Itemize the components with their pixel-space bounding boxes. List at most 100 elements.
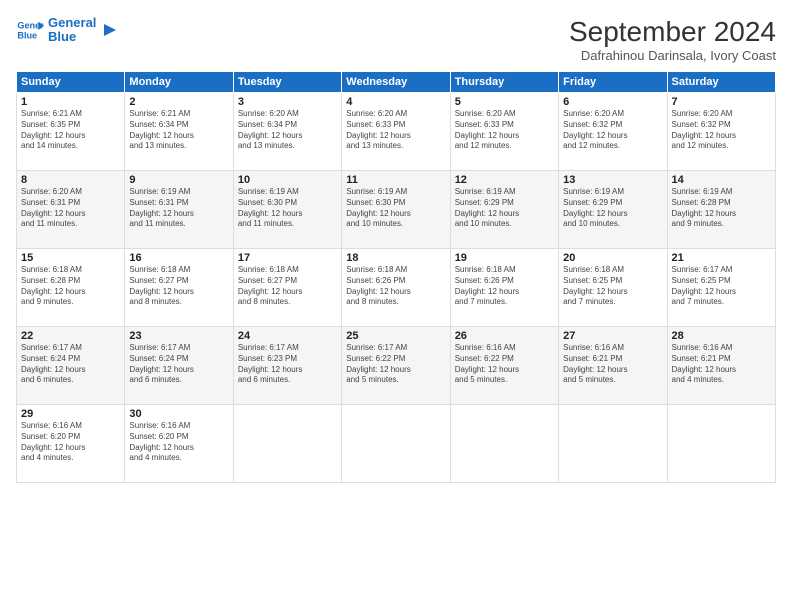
calendar-cell: 19 Sunrise: 6:18 AMSunset: 6:26 PMDaylig… [450, 249, 558, 327]
calendar-cell: 18 Sunrise: 6:18 AMSunset: 6:26 PMDaylig… [342, 249, 450, 327]
header-thursday: Thursday [450, 72, 558, 93]
calendar-cell: 25 Sunrise: 6:17 AMSunset: 6:22 PMDaylig… [342, 327, 450, 405]
day-number: 21 [672, 252, 771, 264]
calendar-cell: 4 Sunrise: 6:20 AMSunset: 6:33 PMDayligh… [342, 93, 450, 171]
calendar-cell: 1 Sunrise: 6:21 AMSunset: 6:35 PMDayligh… [17, 93, 125, 171]
day-info: Sunrise: 6:18 AMSunset: 6:27 PMDaylight:… [238, 265, 337, 308]
calendar-cell [233, 405, 341, 483]
day-info: Sunrise: 6:18 AMSunset: 6:25 PMDaylight:… [563, 265, 662, 308]
calendar-cell [342, 405, 450, 483]
calendar-cell: 15 Sunrise: 6:18 AMSunset: 6:28 PMDaylig… [17, 249, 125, 327]
day-info: Sunrise: 6:19 AMSunset: 6:31 PMDaylight:… [129, 187, 228, 230]
day-number: 18 [346, 252, 445, 264]
calendar-cell: 20 Sunrise: 6:18 AMSunset: 6:25 PMDaylig… [559, 249, 667, 327]
day-number: 27 [563, 330, 662, 342]
day-number: 16 [129, 252, 228, 264]
logo-text-general: General [48, 16, 96, 30]
day-number: 17 [238, 252, 337, 264]
day-info: Sunrise: 6:20 AMSunset: 6:32 PMDaylight:… [672, 109, 771, 152]
day-info: Sunrise: 6:16 AMSunset: 6:20 PMDaylight:… [129, 421, 228, 464]
logo: General Blue General Blue [16, 16, 120, 45]
calendar-cell: 21 Sunrise: 6:17 AMSunset: 6:25 PMDaylig… [667, 249, 775, 327]
day-info: Sunrise: 6:20 AMSunset: 6:31 PMDaylight:… [21, 187, 120, 230]
day-info: Sunrise: 6:17 AMSunset: 6:24 PMDaylight:… [129, 343, 228, 386]
day-number: 24 [238, 330, 337, 342]
calendar-cell: 7 Sunrise: 6:20 AMSunset: 6:32 PMDayligh… [667, 93, 775, 171]
day-info: Sunrise: 6:18 AMSunset: 6:27 PMDaylight:… [129, 265, 228, 308]
calendar-cell: 8 Sunrise: 6:20 AMSunset: 6:31 PMDayligh… [17, 171, 125, 249]
calendar-cell: 24 Sunrise: 6:17 AMSunset: 6:23 PMDaylig… [233, 327, 341, 405]
day-number: 26 [455, 330, 554, 342]
calendar-cell: 27 Sunrise: 6:16 AMSunset: 6:21 PMDaylig… [559, 327, 667, 405]
day-number: 2 [129, 96, 228, 108]
location-subtitle: Dafrahinou Darinsala, Ivory Coast [569, 48, 776, 63]
calendar-cell: 30 Sunrise: 6:16 AMSunset: 6:20 PMDaylig… [125, 405, 233, 483]
day-info: Sunrise: 6:21 AMSunset: 6:34 PMDaylight:… [129, 109, 228, 152]
calendar-cell: 22 Sunrise: 6:17 AMSunset: 6:24 PMDaylig… [17, 327, 125, 405]
day-info: Sunrise: 6:20 AMSunset: 6:34 PMDaylight:… [238, 109, 337, 152]
calendar-cell: 28 Sunrise: 6:16 AMSunset: 6:21 PMDaylig… [667, 327, 775, 405]
calendar-cell: 11 Sunrise: 6:19 AMSunset: 6:30 PMDaylig… [342, 171, 450, 249]
logo-icon: General Blue [16, 16, 44, 44]
day-number: 30 [129, 408, 228, 420]
calendar-week-row: 29 Sunrise: 6:16 AMSunset: 6:20 PMDaylig… [17, 405, 776, 483]
day-number: 20 [563, 252, 662, 264]
calendar-week-row: 15 Sunrise: 6:18 AMSunset: 6:28 PMDaylig… [17, 249, 776, 327]
calendar-cell: 10 Sunrise: 6:19 AMSunset: 6:30 PMDaylig… [233, 171, 341, 249]
svg-text:Blue: Blue [17, 31, 37, 41]
calendar-cell [450, 405, 558, 483]
day-info: Sunrise: 6:20 AMSunset: 6:33 PMDaylight:… [346, 109, 445, 152]
day-info: Sunrise: 6:20 AMSunset: 6:33 PMDaylight:… [455, 109, 554, 152]
header-tuesday: Tuesday [233, 72, 341, 93]
calendar-cell [559, 405, 667, 483]
title-section: September 2024 Dafrahinou Darinsala, Ivo… [569, 16, 776, 63]
day-info: Sunrise: 6:20 AMSunset: 6:32 PMDaylight:… [563, 109, 662, 152]
calendar-week-row: 22 Sunrise: 6:17 AMSunset: 6:24 PMDaylig… [17, 327, 776, 405]
calendar-week-row: 1 Sunrise: 6:21 AMSunset: 6:35 PMDayligh… [17, 93, 776, 171]
calendar-cell: 9 Sunrise: 6:19 AMSunset: 6:31 PMDayligh… [125, 171, 233, 249]
header-friday: Friday [559, 72, 667, 93]
header-monday: Monday [125, 72, 233, 93]
day-info: Sunrise: 6:19 AMSunset: 6:30 PMDaylight:… [346, 187, 445, 230]
calendar-cell: 12 Sunrise: 6:19 AMSunset: 6:29 PMDaylig… [450, 171, 558, 249]
day-number: 10 [238, 174, 337, 186]
calendar-cell: 13 Sunrise: 6:19 AMSunset: 6:29 PMDaylig… [559, 171, 667, 249]
calendar-table: Sunday Monday Tuesday Wednesday Thursday… [16, 71, 776, 483]
day-info: Sunrise: 6:21 AMSunset: 6:35 PMDaylight:… [21, 109, 120, 152]
day-info: Sunrise: 6:18 AMSunset: 6:28 PMDaylight:… [21, 265, 120, 308]
day-info: Sunrise: 6:19 AMSunset: 6:30 PMDaylight:… [238, 187, 337, 230]
day-number: 5 [455, 96, 554, 108]
calendar-cell: 6 Sunrise: 6:20 AMSunset: 6:32 PMDayligh… [559, 93, 667, 171]
day-number: 29 [21, 408, 120, 420]
logo-arrow-icon [100, 20, 120, 40]
day-info: Sunrise: 6:18 AMSunset: 6:26 PMDaylight:… [455, 265, 554, 308]
header-sunday: Sunday [17, 72, 125, 93]
day-info: Sunrise: 6:19 AMSunset: 6:28 PMDaylight:… [672, 187, 771, 230]
calendar-cell: 26 Sunrise: 6:16 AMSunset: 6:22 PMDaylig… [450, 327, 558, 405]
month-title: September 2024 [569, 16, 776, 48]
day-info: Sunrise: 6:19 AMSunset: 6:29 PMDaylight:… [455, 187, 554, 230]
day-number: 11 [346, 174, 445, 186]
page-container: General Blue General Blue September 2024… [0, 0, 792, 612]
day-number: 6 [563, 96, 662, 108]
day-number: 3 [238, 96, 337, 108]
day-number: 28 [672, 330, 771, 342]
day-info: Sunrise: 6:16 AMSunset: 6:21 PMDaylight:… [672, 343, 771, 386]
day-number: 9 [129, 174, 228, 186]
day-number: 8 [21, 174, 120, 186]
day-info: Sunrise: 6:17 AMSunset: 6:22 PMDaylight:… [346, 343, 445, 386]
calendar-header-row: Sunday Monday Tuesday Wednesday Thursday… [17, 72, 776, 93]
day-number: 15 [21, 252, 120, 264]
day-info: Sunrise: 6:17 AMSunset: 6:24 PMDaylight:… [21, 343, 120, 386]
day-number: 14 [672, 174, 771, 186]
day-number: 7 [672, 96, 771, 108]
logo-text-blue: Blue [48, 30, 96, 44]
calendar-cell: 29 Sunrise: 6:16 AMSunset: 6:20 PMDaylig… [17, 405, 125, 483]
day-info: Sunrise: 6:16 AMSunset: 6:21 PMDaylight:… [563, 343, 662, 386]
header: General Blue General Blue September 2024… [16, 16, 776, 63]
day-number: 1 [21, 96, 120, 108]
header-saturday: Saturday [667, 72, 775, 93]
day-number: 23 [129, 330, 228, 342]
day-info: Sunrise: 6:18 AMSunset: 6:26 PMDaylight:… [346, 265, 445, 308]
calendar-cell: 16 Sunrise: 6:18 AMSunset: 6:27 PMDaylig… [125, 249, 233, 327]
